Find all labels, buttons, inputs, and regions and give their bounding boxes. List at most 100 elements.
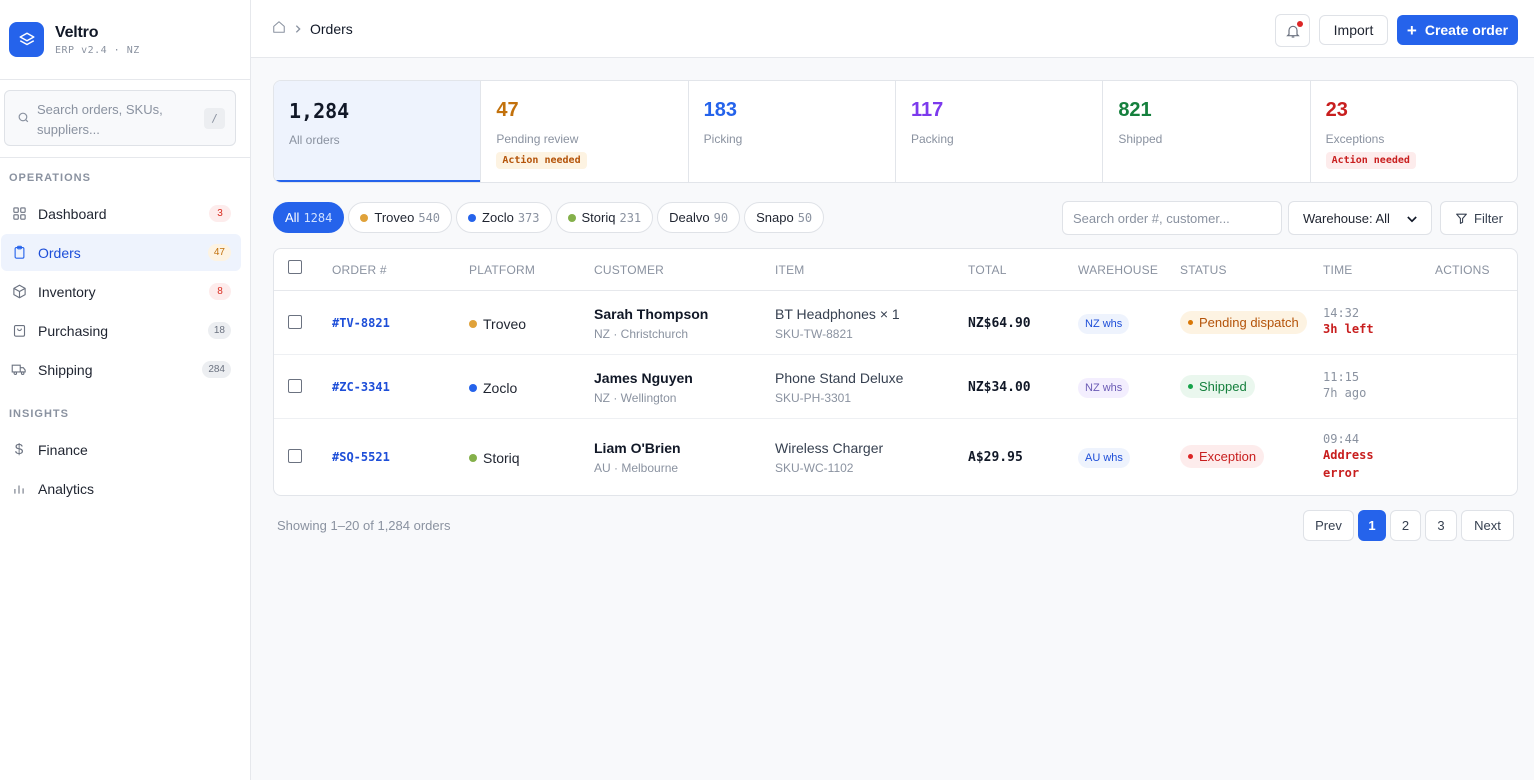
bar-chart-icon [11,481,27,497]
col-customer[interactable]: CUSTOMER [594,263,664,277]
create-order-button[interactable]: + Create order [1397,15,1518,45]
col-status[interactable]: STATUS [1180,263,1227,277]
create-order-label: Create order [1424,22,1509,38]
warehouse-pill: NZ whs [1078,378,1130,398]
chip-zoclo[interactable]: Zoclo 373 [456,202,552,233]
order-search-input[interactable] [1062,201,1282,235]
order-total: A$29.95 [968,450,1023,465]
time-cell: 11:15 7h ago [1323,370,1366,402]
stat-value: 821 [1118,99,1152,121]
filter-button[interactable]: Filter [1440,201,1518,235]
chip-label: All [285,210,300,225]
action-needed-tag: Action needed [1325,152,1416,169]
chip-count: 540 [418,210,441,225]
order-link[interactable]: #SQ-5521 [332,450,390,464]
notification-dot [1296,20,1303,27]
stat-card-pending[interactable]: 47 Pending review Action needed [481,81,689,182]
item-sku: SKU-PH-3301 [775,391,852,405]
stat-card-shipped[interactable]: 821 Shipped [1103,81,1311,182]
order-link[interactable]: #ZC-3341 [332,380,390,394]
order-link[interactable]: #TV-8821 [332,316,390,330]
table-header: ORDER # PLATFORM CUSTOMER ITEM TOTAL WAR… [274,249,1517,291]
chip-label: Zoclo [482,210,514,225]
platform-dot [469,320,477,328]
stat-label: Pending review [496,132,579,146]
sidebar-item-label: Finance [38,441,88,458]
col-warehouse[interactable]: WAREHOUSE [1078,263,1158,277]
sidebar-item-inventory[interactable]: Inventory 8 [1,273,241,310]
notifications-button[interactable] [1275,14,1310,47]
sidebar-item-label: Shipping [38,361,93,378]
table-row[interactable]: #SQ-5521 Storiq Liam O'Brien AU · Melbou… [274,419,1517,495]
stat-value: 1,284 [289,99,350,123]
warehouse-select[interactable]: Warehouse: All [1288,201,1432,235]
chip-label: Dealvo [669,210,710,225]
order-time: 14:32 [1323,306,1360,320]
time-remaining: 3h left [1323,322,1374,336]
col-time[interactable]: TIME [1323,263,1352,277]
orders-table: ORDER # PLATFORM CUSTOMER ITEM TOTAL WAR… [273,248,1518,496]
sidebar-item-orders[interactable]: Orders 47 [1,234,241,271]
sidebar-item-label: Purchasing [38,322,109,339]
chip-dealvo[interactable]: Dealvo 90 [657,202,741,233]
sidebar-item-label: Inventory [38,283,96,300]
item-name: Phone Stand Deluxe [775,370,904,386]
page-1-button[interactable]: 1 [1358,510,1386,541]
truck-icon [11,362,27,378]
order-time: 09:44 [1323,432,1360,446]
sidebar-item-analytics[interactable]: Analytics [1,470,241,507]
chip-storiq[interactable]: Storiq 231 [555,202,654,233]
customer-cell: James Nguyen NZ · Wellington [594,370,693,405]
select-all-checkbox[interactable] [288,260,302,274]
sidebar-item-purchasing[interactable]: Purchasing 18 [1,312,241,349]
row-checkbox[interactable] [288,379,302,393]
page-2-button[interactable]: 2 [1390,510,1421,541]
chip-label: Storiq [581,210,616,225]
stat-card-picking[interactable]: 183 Picking [689,81,896,182]
table-row[interactable]: #ZC-3341 Zoclo James Nguyen NZ · Welling… [274,355,1517,419]
layers-logo-icon[interactable] [9,22,44,57]
item-cell: BT Headphones × 1 SKU-TW-8821 [775,306,900,341]
chip-snapo[interactable]: Snapo 50 [744,202,825,233]
platform-dot [469,454,477,462]
chip-troveo[interactable]: Troveo 540 [348,202,453,233]
page-3-button[interactable]: 3 [1425,510,1457,541]
brand-name: Veltro [55,23,99,41]
order-total: NZ$34.00 [968,380,1031,395]
sidebar-item-label: Analytics [38,480,95,497]
table-row[interactable]: #TV-8821 Troveo Sarah Thompson NZ · Chri… [274,291,1517,355]
row-checkbox[interactable] [288,315,302,329]
next-page-button[interactable]: Next [1461,510,1514,541]
sidebar-item-dashboard[interactable]: Dashboard 3 [1,195,241,232]
platform-cell: Troveo [469,316,526,332]
platform-dot [567,213,576,222]
clipboard-icon [11,245,27,261]
bell-icon [1285,20,1303,39]
search-shortcut-kbd: / [204,108,225,129]
platform-name: Storiq [483,450,520,466]
stat-card-exceptions[interactable]: 23 Exceptions Action needed [1311,81,1517,182]
sidebar-search-placeholder: Search orders, SKUs, suppliers... [37,102,163,137]
col-total[interactable]: TOTAL [968,263,1007,277]
prev-page-button[interactable]: Prev [1303,510,1354,541]
stat-card-all[interactable]: 1,284 All orders [274,81,482,182]
bag-icon [11,323,27,339]
time-cell: 09:44 Address error [1323,432,1385,482]
home-icon[interactable] [272,20,286,37]
brand: Veltro ERP v2.4 · NZ [0,0,250,80]
col-item[interactable]: ITEM [775,263,804,277]
row-checkbox[interactable] [288,449,302,463]
stat-label: Shipped [1118,132,1163,146]
stat-card-packing[interactable]: 117 Packing [896,81,1104,182]
section-insights: INSIGHTS [9,408,69,420]
import-button[interactable]: Import [1319,15,1388,45]
chip-all[interactable]: All 1284 [273,202,345,233]
sidebar-search-input[interactable]: Search orders, SKUs, suppliers... / [4,90,236,146]
col-platform[interactable]: PLATFORM [469,263,535,277]
time-ago: 7h ago [1323,386,1367,400]
topbar: Orders Import + Create order [251,0,1534,58]
sidebar-item-finance[interactable]: $ Finance [1,431,241,468]
col-order[interactable]: ORDER # [332,263,387,277]
section-operations: OPERATIONS [9,172,91,184]
sidebar-item-shipping[interactable]: Shipping 284 [1,351,241,388]
